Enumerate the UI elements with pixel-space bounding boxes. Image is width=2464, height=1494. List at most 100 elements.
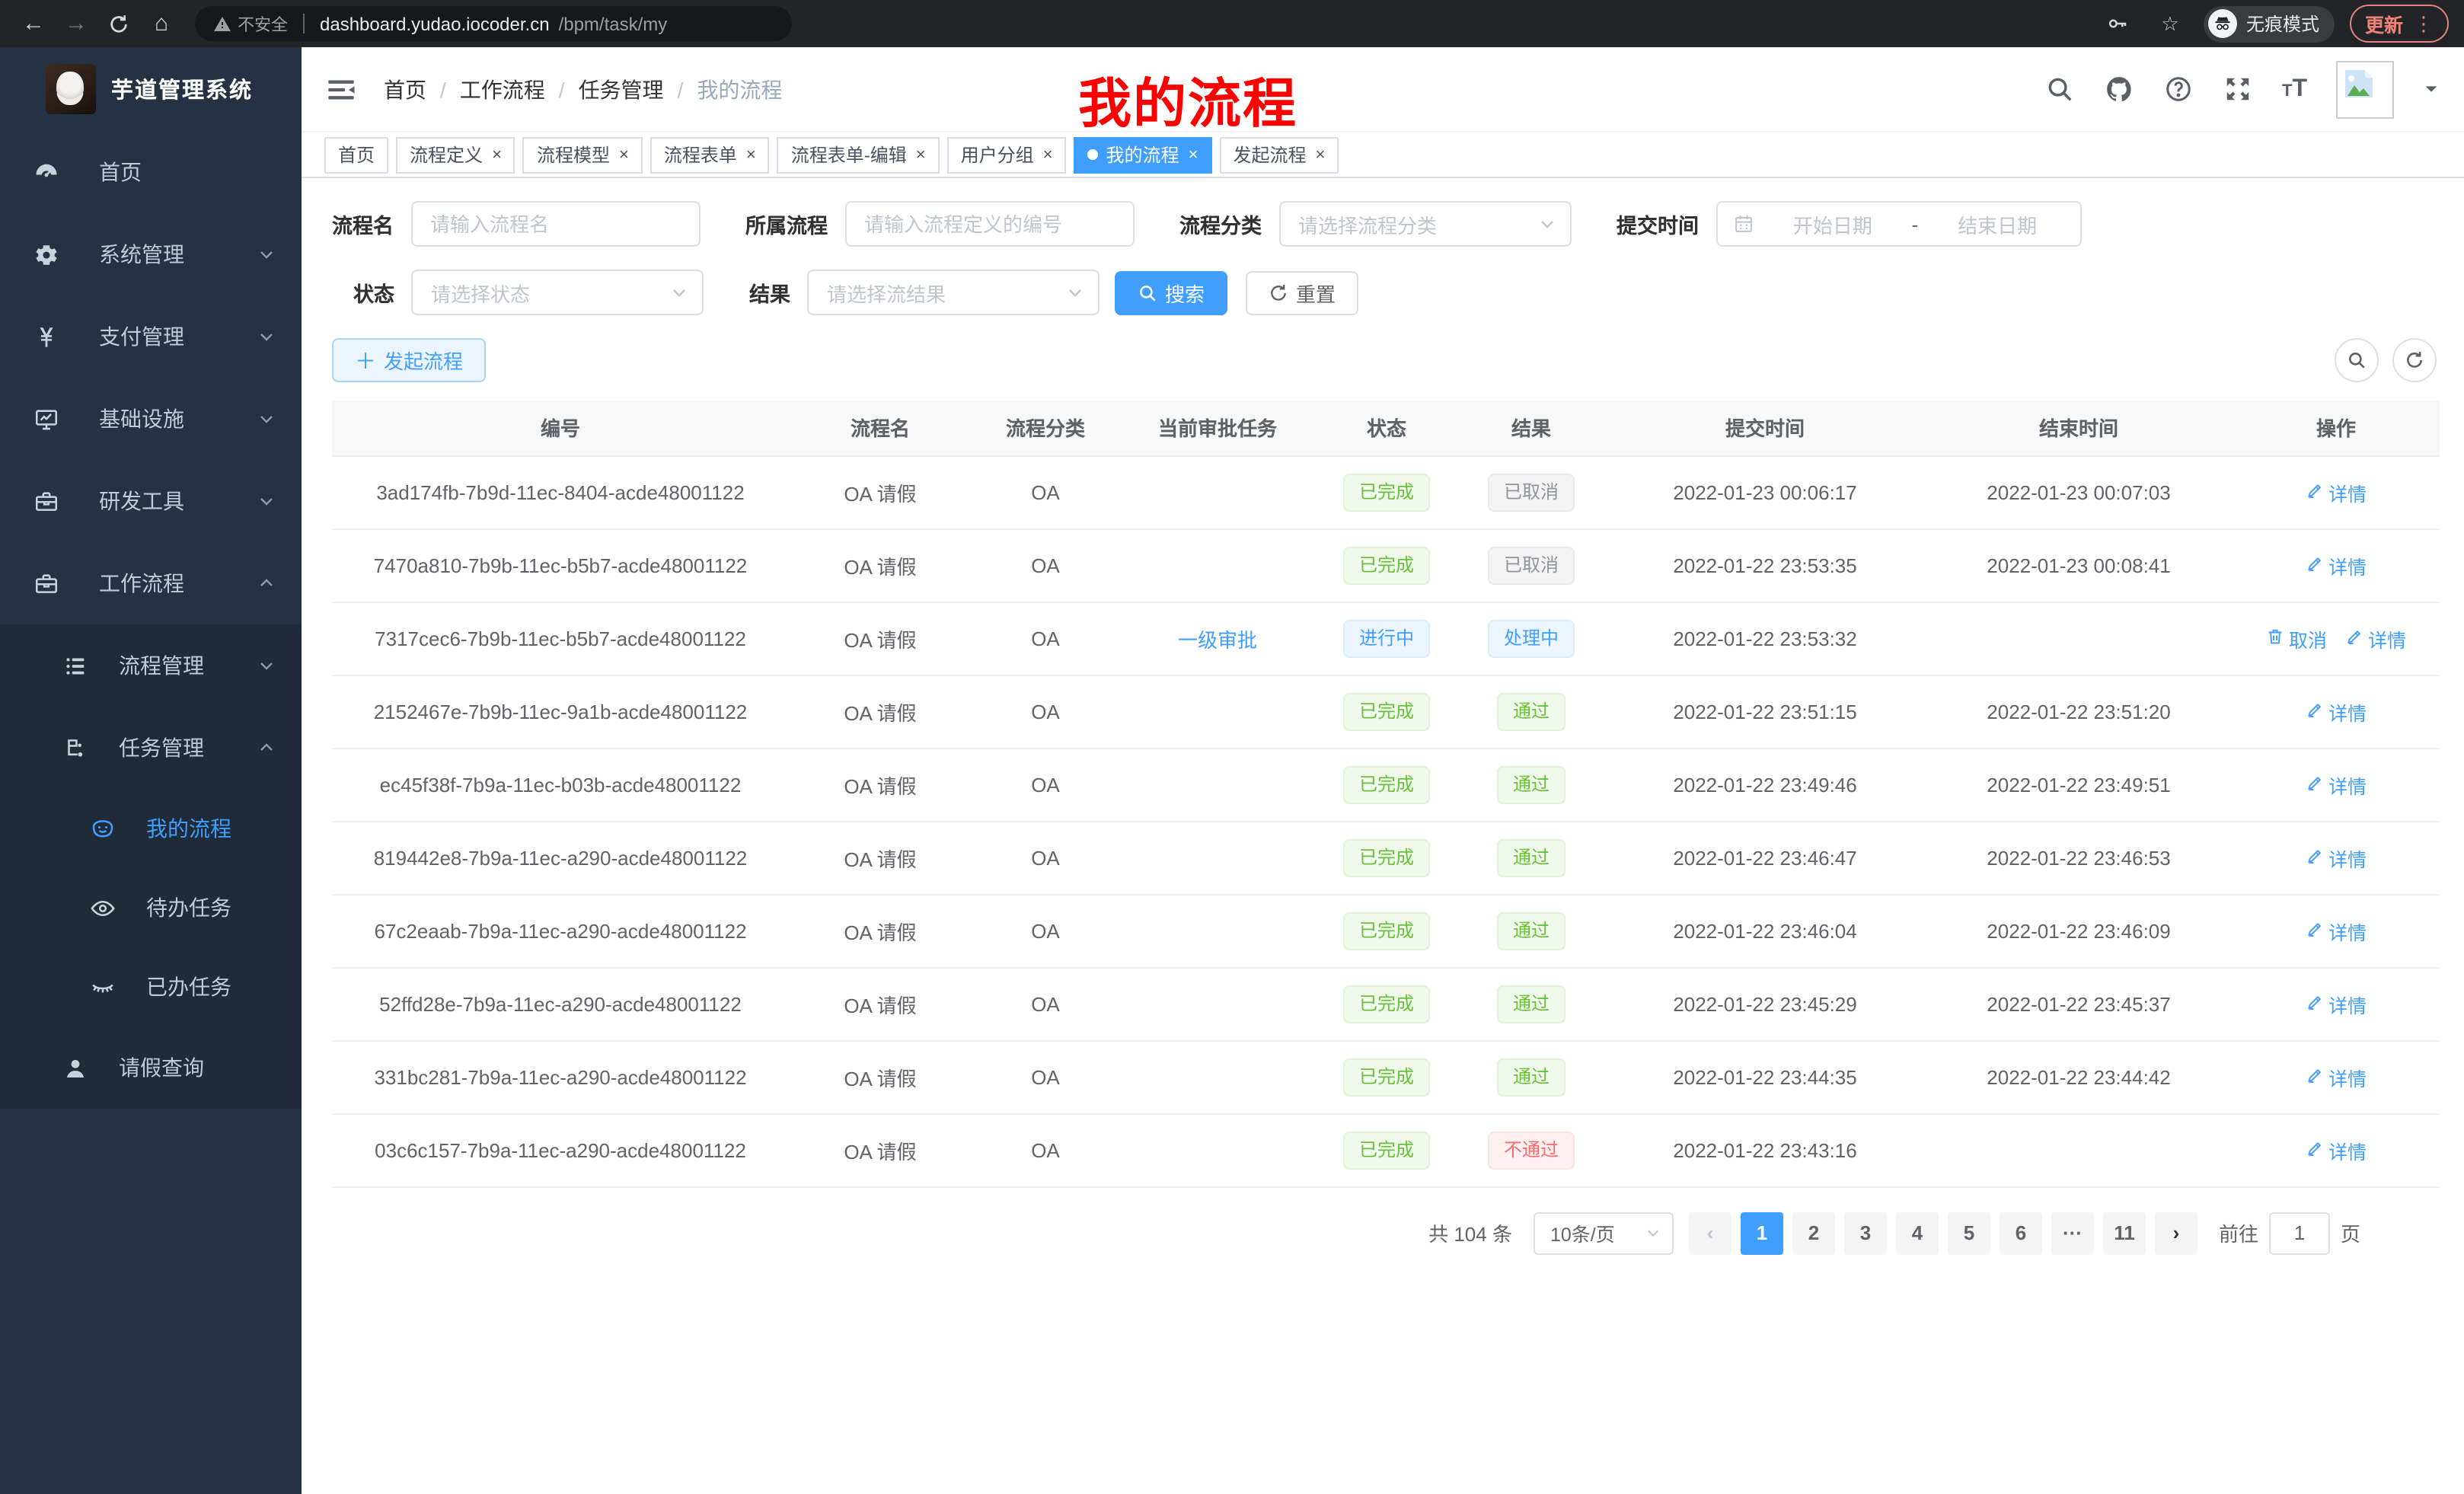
page-button-4[interactable]: 4 [1896,1211,1939,1254]
detail-link[interactable]: 详情 [2306,697,2367,726]
page-button-11[interactable]: 11 [2103,1211,2146,1254]
detail-link[interactable]: 详情 [2306,551,2367,579]
detail-link[interactable]: 详情 [2306,770,2367,799]
current-task-cell [1119,967,1316,1040]
page-button-2[interactable]: 2 [1792,1211,1835,1254]
sidebar-item-my-process[interactable]: 我的流程 [0,789,302,868]
submit-time-range-picker[interactable]: 开始日期 - 结束日期 [1716,201,2081,247]
prev-page-button[interactable]: ‹ [1689,1211,1732,1254]
browser-menu-icon[interactable]: ⋮ [2414,11,2434,36]
detail-link[interactable]: 详情 [2306,916,2367,945]
tab-我的流程[interactable]: 我的流程× [1074,136,1212,173]
sidebar-item-task-mgmt[interactable]: 任务管理 [0,707,302,789]
reload-icon[interactable] [101,5,137,42]
detail-link[interactable]: 详情 [2306,989,2367,1018]
page-button-6[interactable]: 6 [2000,1211,2042,1254]
github-icon[interactable] [2104,74,2134,104]
sidebar-item-process-mgmt[interactable]: 流程管理 [0,624,302,707]
status-badge: 已完成 [1344,838,1429,876]
browser-update-button[interactable]: 更新 ⋮ [2350,5,2449,43]
tab-首页[interactable]: 首页 [324,136,388,173]
breadcrumb-item[interactable]: 工作流程 [460,74,545,104]
close-tab-icon[interactable]: × [1315,145,1325,164]
bookmark-star-icon[interactable]: ☆ [2152,5,2188,42]
page-size-select[interactable]: 10条/页 [1534,1211,1674,1254]
sidebar-item-workflow[interactable]: 工作流程 [0,542,302,624]
reset-button[interactable]: 重置 [1246,270,1358,314]
sidebar-toggle-icon[interactable] [326,72,359,106]
sidebar-item-payment-mgmt[interactable]: 支付管理 [0,295,302,378]
sidebar-item-system-mgmt[interactable]: 系统管理 [0,213,302,295]
sidebar-item-infrastructure[interactable]: 基础设施 [0,378,302,460]
page-button-1[interactable]: 1 [1741,1211,1783,1254]
current-task-cell [1119,675,1316,748]
close-tab-icon[interactable]: × [492,145,502,164]
search-button[interactable]: 搜索 [1115,270,1227,314]
tab-流程表单[interactable]: 流程表单× [650,136,770,173]
detail-link[interactable]: 详情 [2306,843,2367,872]
op-label: 详情 [2328,770,2367,799]
avatar[interactable] [2336,60,2394,118]
cancel-link[interactable]: 取消 [2266,624,2327,653]
tab-label: 流程定义 [410,142,483,168]
op-label: 详情 [2328,916,2367,945]
sidebar-item-label: 基础设施 [99,404,184,434]
refresh-table-button[interactable] [2392,338,2437,382]
operations-cell: 详情 [2233,821,2440,894]
tab-流程表单-编辑[interactable]: 流程表单-编辑× [777,136,940,173]
page-button-3[interactable]: 3 [1844,1211,1887,1254]
next-page-button[interactable]: › [2155,1211,2197,1254]
current-task-cell [1119,528,1316,602]
password-key-icon[interactable] [2100,5,2137,42]
process-definition-input[interactable] [844,201,1134,247]
help-icon[interactable] [2163,74,2194,104]
status-select[interactable]: 请选择状态 [411,270,704,315]
app-logo-row[interactable]: 芋道管理系统 [0,47,302,131]
submit-time-cell: 2022-01-22 23:44:35 [1605,1040,1925,1113]
tab-发起流程[interactable]: 发起流程× [1219,136,1339,173]
show-search-button[interactable] [2335,338,2379,382]
detail-link[interactable]: 详情 [2345,624,2406,653]
annotation-text: 我的流程 [1078,61,1297,139]
page-button-5[interactable]: 5 [1948,1211,1990,1254]
app-navbar: 首页/工作流程/任务管理/我的流程 我的流程 TT [302,47,2464,131]
more-pages-button[interactable]: ··· [2051,1211,2094,1254]
fullscreen-icon[interactable] [2223,74,2253,104]
category-select[interactable]: 请选择流程分类 [1278,201,1571,247]
font-size-icon[interactable]: TT [2282,75,2307,103]
sidebar-item-done-tasks[interactable]: 已办任务 [0,947,302,1026]
result-select[interactable]: 请选择流结果 [807,270,1100,315]
breadcrumb-item[interactable]: 任务管理 [579,74,664,104]
sidebar-item-dev-tools[interactable]: 研发工具 [0,460,302,542]
address-bar[interactable]: 不安全 dashboard.yudao.iocoder.cn/bpm/task/… [195,6,792,41]
avatar-caret-icon[interactable] [2423,81,2440,97]
security-warning-icon[interactable]: 不安全 [213,11,288,36]
sidebar-item-todo-tasks[interactable]: 待办任务 [0,868,302,947]
detail-link[interactable]: 详情 [2306,477,2367,506]
tab-用户分组[interactable]: 用户分组× [947,136,1067,173]
sidebar-item-leave-query[interactable]: 请假查询 [0,1026,302,1109]
current-task-link[interactable]: 一级审批 [1178,628,1257,651]
tab-流程定义[interactable]: 流程定义 × [396,136,515,173]
status-badge: 进行中 [1344,619,1429,657]
start-process-button[interactable]: ＋ 发起流程 [332,338,486,382]
close-tab-icon[interactable]: × [746,145,756,164]
detail-link[interactable]: 详情 [2306,1135,2367,1164]
search-icon[interactable] [2044,74,2075,104]
detail-link[interactable]: 详情 [2306,1062,2367,1091]
close-tab-icon[interactable]: × [1043,145,1053,164]
close-tab-icon[interactable]: × [1189,145,1198,164]
sidebar-item-label: 任务管理 [119,733,204,763]
breadcrumb-item[interactable]: 首页 [384,74,426,104]
process-definition-label: 所属流程 [745,209,828,239]
process-name-input[interactable] [410,201,700,247]
sidebar-item-home[interactable]: 首页 [0,131,302,213]
refresh-icon [1269,283,1288,302]
close-tab-icon[interactable]: × [916,145,926,164]
close-tab-icon[interactable]: × [619,145,629,164]
forward-icon[interactable]: → [58,5,94,42]
tab-流程模型[interactable]: 流程模型× [523,136,643,173]
home-icon[interactable]: ⌂ [143,5,180,42]
goto-page-input[interactable] [2269,1211,2330,1254]
back-icon[interactable]: ← [15,5,52,42]
